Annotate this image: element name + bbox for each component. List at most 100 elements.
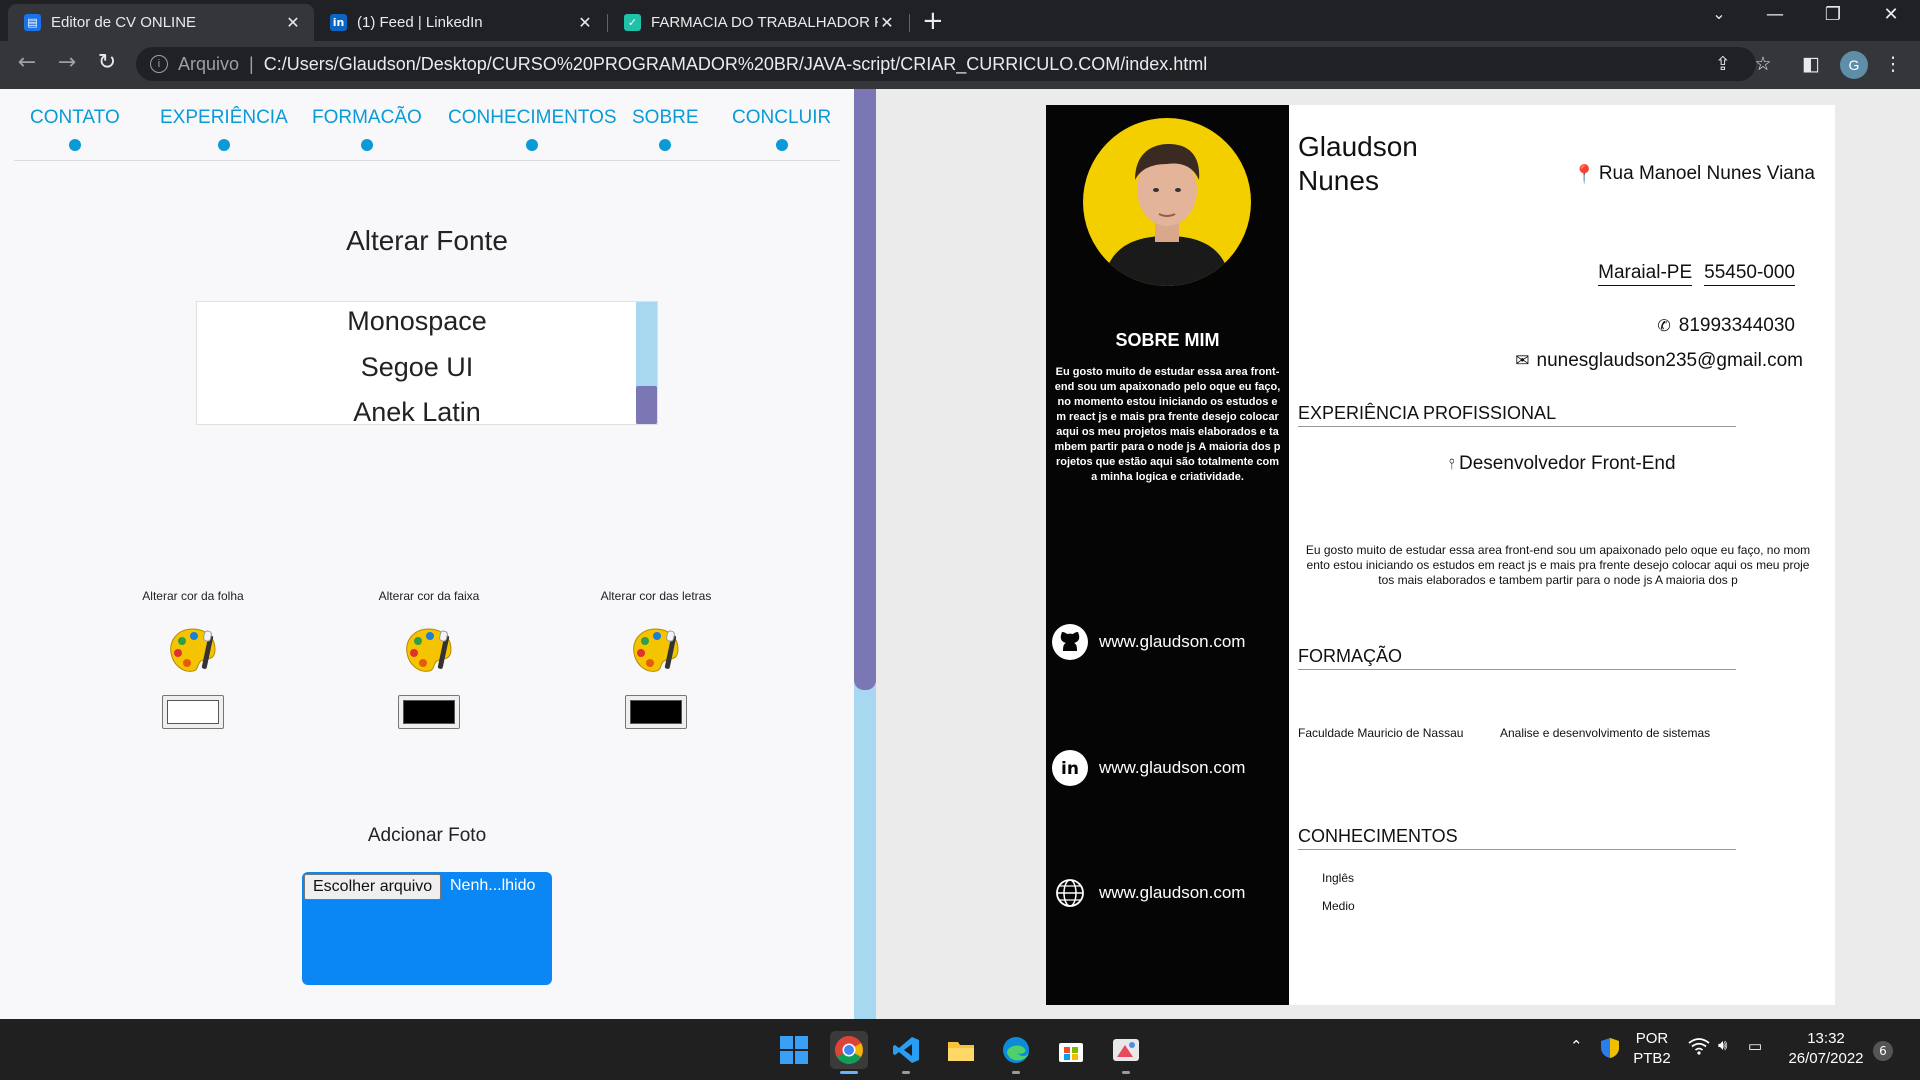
font-option-segoe-ui[interactable]: Segoe UI — [197, 352, 637, 383]
choose-file-button[interactable]: Escolher arquivo — [304, 874, 442, 900]
step-dot — [659, 139, 672, 151]
font-option-anek-latin[interactable]: Anek Latin — [197, 397, 637, 428]
step-navigation: CONTATO EXPERIÊNCIA FORMACÃO CONHECIMENT… — [14, 89, 840, 161]
social-website[interactable]: www.glaudson.com — [1051, 874, 1245, 912]
globe-icon — [1056, 879, 1084, 907]
step-conhecimentos[interactable]: CONHECIMENTOS — [448, 107, 617, 151]
language-code: POR — [1635, 1030, 1669, 1047]
tab-farmacia[interactable]: ✓ FARMACIA DO TRABALHADOR R ✕ — [608, 4, 908, 41]
palette-icon — [406, 628, 452, 672]
snipping-app-icon[interactable] — [1107, 1031, 1145, 1069]
cv-first-name: Glaudson — [1298, 131, 1418, 162]
step-label: CONTATO — [30, 107, 120, 128]
reload-icon[interactable]: ↻ — [92, 50, 122, 75]
profile-avatar[interactable]: G — [1840, 51, 1868, 79]
step-dot — [360, 139, 373, 151]
edge-logo-icon — [1003, 1037, 1029, 1063]
close-icon[interactable]: ✕ — [284, 13, 302, 32]
stripe-color-input[interactable] — [398, 695, 460, 729]
job-title-text: Desenvolvedor Front-End — [1459, 453, 1676, 474]
step-concluir[interactable]: CONCLUIR — [732, 107, 831, 151]
linkedin-icon: in — [330, 14, 347, 31]
github-icon — [1052, 624, 1088, 660]
wifi-icon[interactable] — [1688, 1037, 1710, 1059]
step-label: EXPERIÊNCIA — [160, 107, 288, 128]
tab-linkedin[interactable]: in (1) Feed | LinkedIn ✕ — [314, 4, 606, 41]
vscode-logo-icon — [893, 1037, 919, 1063]
step-dot — [68, 139, 81, 151]
social-github[interactable]: www.glaudson.com — [1051, 623, 1245, 661]
font-list-scroll-thumb[interactable] — [636, 386, 657, 424]
forward-icon[interactable]: → — [52, 50, 82, 75]
menu-icon[interactable]: ⋮ — [1880, 53, 1906, 75]
palette-icon — [633, 628, 679, 672]
clock[interactable]: 13:32 26/07/2022 — [1780, 1029, 1872, 1069]
check-icon: ✓ — [624, 14, 641, 31]
social-text: www.glaudson.com — [1099, 883, 1246, 902]
windows-start-icon[interactable] — [775, 1031, 813, 1069]
text-color-input[interactable] — [625, 695, 687, 729]
tab-search-icon[interactable]: ⌄ — [1696, 4, 1742, 23]
browser-toolbar: ← → ↻ i Arquivo | C:/Users/Glaudson/Desk… — [0, 41, 1920, 89]
job-title: ⫯ Desenvolvedor Front-End — [1289, 453, 1835, 475]
bookmark-star-icon[interactable]: ☆ — [1750, 53, 1776, 75]
battery-icon[interactable]: ▭ — [1748, 1037, 1762, 1055]
social-linkedin[interactable]: in www.glaudson.com — [1051, 749, 1245, 787]
back-icon[interactable]: ← — [12, 50, 42, 75]
sheet-color-group: Alterar cor da folha — [93, 589, 293, 729]
cv-address-text: Rua Manoel Nunes Viana — [1598, 163, 1815, 184]
sheet-color-input[interactable] — [162, 695, 224, 729]
file-explorer-icon[interactable] — [942, 1031, 980, 1069]
share-icon[interactable]: ⇪ — [1710, 53, 1736, 75]
svg-text:in: in — [1061, 759, 1079, 779]
stripe-color-group: Alterar cor da faixa — [329, 589, 529, 729]
profile-photo — [1083, 118, 1251, 286]
location-pin-icon: 📍 — [1573, 163, 1596, 184]
tab-editor-cv[interactable]: ▤ Editor de CV ONLINE ✕ — [8, 4, 314, 41]
tab-title: FARMACIA DO TRABALHADOR R — [651, 14, 878, 31]
step-dot — [526, 139, 539, 151]
pin-icon: ⫯ — [1448, 456, 1456, 473]
security-shield-icon[interactable] — [1600, 1037, 1620, 1063]
clock-date: 26/07/2022 — [1788, 1050, 1864, 1067]
restore-icon[interactable]: ❐ — [1810, 4, 1856, 25]
chrome-app-icon[interactable] — [830, 1031, 868, 1069]
step-contato[interactable]: CONTATO — [30, 107, 120, 151]
cv-address: 📍 Rua Manoel Nunes Viana — [1573, 163, 1815, 185]
step-experiencia[interactable]: EXPERIÊNCIA — [160, 107, 288, 151]
input-language[interactable]: POR PTB2 — [1630, 1029, 1674, 1069]
editor-scroll-thumb[interactable] — [854, 89, 876, 690]
store-app-icon[interactable] — [1052, 1031, 1090, 1069]
step-dot — [775, 139, 788, 151]
address-bar[interactable]: i Arquivo | C:/Users/Glaudson/Desktop/CU… — [136, 47, 1756, 81]
info-icon[interactable]: i — [150, 55, 168, 73]
close-icon[interactable]: ✕ — [576, 13, 594, 32]
store-bag-icon — [1059, 1043, 1083, 1062]
notification-count-badge[interactable]: 6 — [1873, 1041, 1893, 1061]
new-tab-icon[interactable]: + — [922, 6, 944, 36]
tray-chevron-icon[interactable]: ⌃ — [1570, 1037, 1583, 1055]
editor-panel: CONTATO EXPERIÊNCIA FORMACÃO CONHECIMENT… — [0, 89, 854, 1019]
step-formacao[interactable]: FORMACÃO — [312, 107, 422, 151]
font-option-monospace[interactable]: Monospace — [197, 306, 637, 337]
keyboard-layout: PTB2 — [1633, 1050, 1671, 1067]
volume-icon[interactable]: 🔊︎ — [1718, 1037, 1727, 1054]
folder-icon — [948, 1042, 974, 1061]
side-panel-icon[interactable]: ◧ — [1798, 53, 1824, 75]
vscode-app-icon[interactable] — [887, 1031, 925, 1069]
url-text[interactable]: C:/Users/Glaudson/Desktop/CURSO%20PROGRA… — [264, 54, 1208, 75]
edge-app-icon[interactable] — [997, 1031, 1035, 1069]
swatch-fill — [167, 700, 219, 724]
minimize-icon[interactable]: — — [1752, 4, 1798, 25]
photo-upload-area[interactable]: Escolher arquivo Nenh...lhido — [302, 872, 552, 985]
cv-city-zip: Maraial-PE 55450-000 — [1598, 262, 1795, 286]
cv-last-name: Nunes — [1298, 165, 1379, 196]
job-description: Eu gosto muito de estudar essa area fron… — [1305, 543, 1811, 587]
cv-email-text: nunesglaudson235@gmail.com — [1536, 350, 1803, 371]
close-window-icon[interactable]: ✕ — [1868, 4, 1914, 25]
snipping-running-indicator — [1122, 1071, 1130, 1074]
step-sobre[interactable]: SOBRE — [632, 107, 699, 151]
envelope-icon: ✉ — [1515, 351, 1530, 370]
close-icon[interactable]: ✕ — [878, 13, 896, 32]
font-select-list[interactable]: Monospace Segoe UI Anek Latin — [196, 301, 658, 428]
